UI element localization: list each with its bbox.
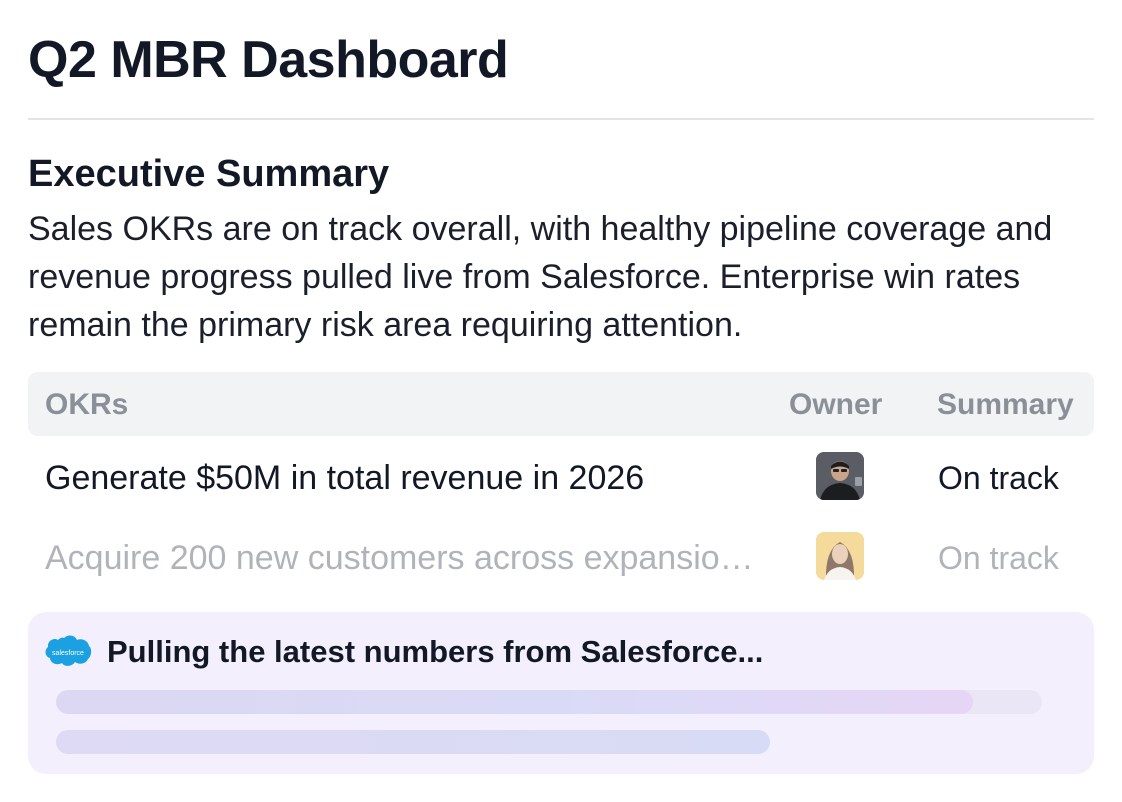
loading-placeholder-bar [56,730,770,754]
title-divider [28,118,1094,120]
column-header-owner[interactable]: Owner [789,388,882,422]
owner-avatar[interactable] [816,452,864,500]
okr-title[interactable]: Acquire 200 new customers across expansi… [45,538,765,578]
loading-progress-fill [56,690,973,714]
okr-status: On track [938,460,1059,496]
executive-summary-text: Sales OKRs are on track overall, with he… [28,210,1053,344]
okr-title[interactable]: Generate $50M in total revenue in 2026 [45,458,765,498]
sync-status-message: Pulling the latest numbers from Salesfor… [107,634,764,669]
loading-progress-bar [56,690,1042,714]
salesforce-sync-card: salesforce Pulling the latest numbers fr… [28,612,1094,774]
avatar-woman [816,532,864,580]
okr-table-header: OKRs Owner Summary [28,372,1094,436]
svg-text:salesforce: salesforce [52,650,84,657]
salesforce-logo-icon: salesforce [45,635,92,666]
okr-status: On track [938,540,1059,576]
okr-table: OKRs Owner Summary Generate $50M in tota… [28,372,1094,596]
table-row[interactable]: Acquire 200 new customers across expansi… [28,516,1094,596]
avatar-man [816,452,864,500]
executive-summary-heading: Executive Summary [28,153,390,195]
column-header-summary[interactable]: Summary [937,388,1074,422]
column-header-okrs[interactable]: OKRs [45,388,128,422]
page-title: Q2 MBR Dashboard [28,31,509,89]
dashboard-page: Q2 MBR Dashboard Executive Summary Sales… [0,0,1122,802]
table-row[interactable]: Generate $50M in total revenue in 2026 O… [28,436,1094,516]
owner-avatar[interactable] [816,532,864,580]
